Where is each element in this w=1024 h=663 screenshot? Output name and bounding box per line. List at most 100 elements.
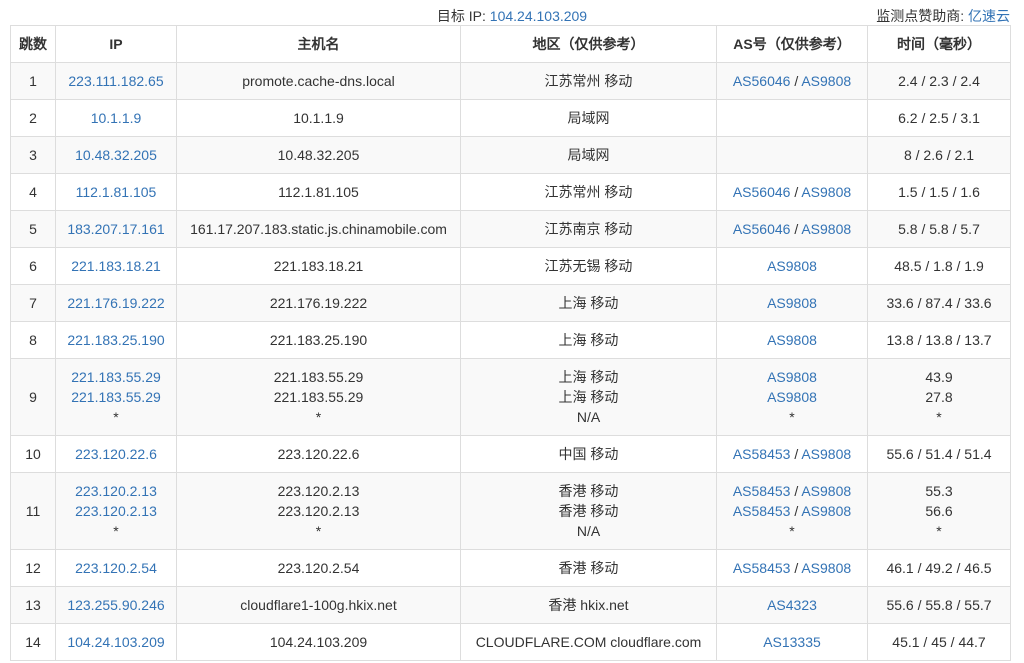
as-link[interactable]: AS56046	[733, 184, 791, 200]
region-cell: 香港 移动	[460, 549, 717, 587]
table-row: 6 221.183.18.21 221.183.18.21 江苏无锡 移动 AS9808…	[10, 247, 1011, 285]
ip-link[interactable]: 223.111.182.65	[60, 71, 172, 91]
hostname-text: cloudflare1-100g.hkix.net	[240, 597, 397, 613]
as-cell: AS9808	[716, 321, 868, 359]
table-body: 1 223.111.182.65 promote.cache-dns.local 江苏…	[10, 62, 1011, 661]
ip-link[interactable]: 123.255.90.246	[60, 595, 172, 615]
time-text: 48.5 / 1.8 / 1.9	[894, 258, 984, 274]
ip-link[interactable]: 223.120.2.13	[60, 501, 172, 521]
hostname-text: 112.1.81.105	[278, 184, 359, 200]
ip-link[interactable]: 221.183.25.190	[60, 330, 172, 350]
ip-link[interactable]: 221.183.55.29	[60, 367, 172, 387]
time-text: 2.4 / 2.3 / 2.4	[898, 73, 980, 89]
hostname-text: 221.183.18.21	[273, 258, 364, 274]
hostname-text: 223.120.22.6	[277, 446, 360, 462]
as-link[interactable]: AS13335	[763, 634, 821, 650]
hostname-cell: 221.183.25.190	[176, 321, 461, 359]
region-cell: 上海 移动 上海 移动 N/A	[460, 358, 717, 436]
table-row: 8 221.183.25.190 221.183.25.190 上海 移动 AS9808…	[10, 321, 1011, 359]
as-link[interactable]: AS9808	[801, 184, 851, 200]
time-cell: 55.3 56.6 *	[867, 472, 1011, 550]
as-link[interactable]: AS9808	[801, 503, 851, 519]
hop-number-cell: 3	[10, 136, 56, 174]
as-link[interactable]: AS58453	[733, 503, 791, 519]
as-link[interactable]: AS58453	[733, 560, 791, 576]
hostname-text: 104.24.103.209	[269, 634, 368, 650]
hop-number-cell: 14	[10, 623, 56, 661]
as-cell: AS58453 / AS9808 AS58453 / AS9808 *	[716, 472, 868, 550]
as-line: AS4323	[721, 595, 863, 615]
as-link[interactable]: AS56046	[733, 221, 791, 237]
region-text: 江苏常州 移动	[544, 184, 633, 200]
as-link[interactable]: AS58453	[733, 483, 791, 499]
as-line: AS9808	[721, 367, 863, 387]
time-text: 1.5 / 1.5 / 1.6	[898, 184, 980, 200]
time-cell: 45.1 / 45 / 44.7	[867, 623, 1011, 661]
time-text: 43.9	[925, 369, 953, 385]
hostname-cell: 223.120.2.13 223.120.2.13 *	[176, 472, 461, 550]
hostname-text: 10.1.1.9	[293, 110, 344, 126]
hostname-cell: 104.24.103.209	[176, 623, 461, 661]
hop-number-cell: 4	[10, 173, 56, 211]
hostname-cell: 10.1.1.9	[176, 99, 461, 137]
ip-link[interactable]: 10.1.1.9	[60, 108, 172, 128]
hostname-text: 221.183.55.29	[273, 389, 364, 405]
as-line: *	[721, 407, 863, 427]
as-cell: AS56046 / AS9808	[716, 62, 868, 100]
as-link[interactable]: AS9808	[767, 369, 817, 385]
region-cell: 江苏常州 移动	[460, 173, 717, 211]
as-link[interactable]: AS58453	[733, 446, 791, 462]
ip-cell: 104.24.103.209	[55, 623, 177, 661]
hostname-cell: 223.120.22.6	[176, 435, 461, 473]
col-header-ip: IP	[55, 25, 177, 63]
region-text: 香港 移动	[558, 560, 619, 576]
target-ip-link[interactable]: 104.24.103.209	[490, 8, 587, 24]
as-separator: /	[790, 184, 802, 200]
time-text: 56.6	[925, 503, 953, 519]
ip-timeout: *	[113, 409, 119, 425]
as-cell: AS13335	[716, 623, 868, 661]
time-text: 33.6 / 87.4 / 33.6	[886, 295, 992, 311]
ip-link[interactable]: 223.120.2.13	[60, 481, 172, 501]
ip-cell: 10.48.32.205	[55, 136, 177, 174]
hop-number-cell: 6	[10, 247, 56, 285]
as-link[interactable]: AS9808	[767, 389, 817, 405]
as-link[interactable]: AS9808	[801, 560, 851, 576]
as-line: AS9808	[721, 330, 863, 350]
sponsor-info: 监测点赞助商: 亿速云	[876, 6, 1010, 26]
hostname-cell: 221.183.18.21	[176, 247, 461, 285]
region-text: 局域网	[567, 110, 610, 126]
ip-link[interactable]: 112.1.81.105	[60, 182, 172, 202]
as-link[interactable]: AS4323	[767, 597, 817, 613]
as-link[interactable]: AS9808	[801, 483, 851, 499]
ip-link[interactable]: 10.48.32.205	[60, 145, 172, 165]
hop-number-cell: 11	[10, 472, 56, 550]
region-cell: 江苏常州 移动	[460, 62, 717, 100]
as-cell: AS56046 / AS9808	[716, 173, 868, 211]
ip-link[interactable]: 221.183.18.21	[60, 256, 172, 276]
ip-link[interactable]: 104.24.103.209	[60, 632, 172, 652]
ip-link[interactable]: 223.120.22.6	[60, 444, 172, 464]
as-link[interactable]: AS9808	[767, 295, 817, 311]
as-link[interactable]: AS56046	[733, 73, 791, 89]
ip-link[interactable]: 221.176.19.222	[60, 293, 172, 313]
table-row: 10 223.120.22.6 223.120.22.6 中国 移动 AS58453 /…	[10, 435, 1011, 473]
as-link[interactable]: AS9808	[767, 332, 817, 348]
time-cell: 33.6 / 87.4 / 33.6	[867, 284, 1011, 322]
as-separator: /	[790, 73, 802, 89]
time-text: 55.3	[925, 483, 953, 499]
ip-cell: 221.176.19.222	[55, 284, 177, 322]
as-link[interactable]: AS9808	[801, 73, 851, 89]
region-text: 香港 hkix.net	[548, 597, 629, 613]
as-link[interactable]: AS9808	[801, 221, 851, 237]
hostname-text: 221.183.25.190	[269, 332, 368, 348]
ip-link[interactable]: 183.207.17.161	[60, 219, 172, 239]
region-text: N/A	[576, 523, 601, 539]
time-text: 8 / 2.6 / 2.1	[903, 147, 975, 163]
as-link[interactable]: AS9808	[801, 446, 851, 462]
as-link[interactable]: AS9808	[767, 258, 817, 274]
as-separator: /	[790, 221, 802, 237]
ip-link[interactable]: 223.120.2.54	[60, 558, 172, 578]
sponsor-link[interactable]: 亿速云	[968, 8, 1010, 24]
ip-link[interactable]: 221.183.55.29	[60, 387, 172, 407]
